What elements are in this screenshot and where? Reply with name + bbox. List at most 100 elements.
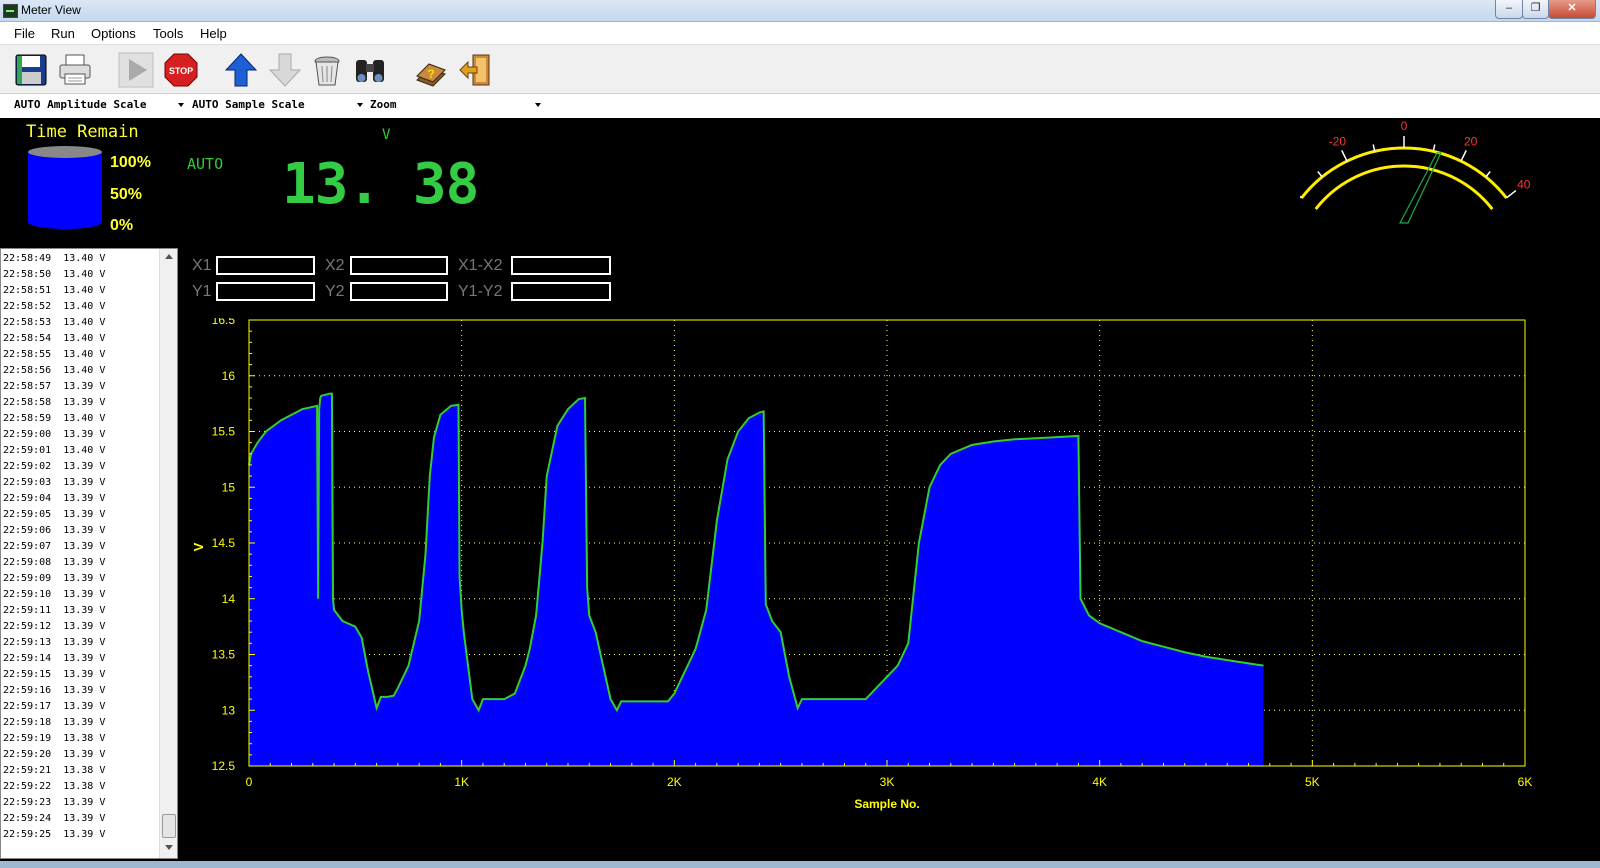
x-tick-label: 6K (1518, 775, 1533, 789)
y1-label: Y1 (192, 283, 212, 300)
y1-field[interactable] (216, 282, 315, 301)
log-row: 22:59:16 13.39 V (3, 685, 106, 696)
time-remain-label: Time Remain (26, 122, 139, 142)
binoculars-icon[interactable] (351, 51, 389, 89)
log-row: 22:58:55 13.40 V (3, 349, 106, 360)
voltage-chart[interactable]: 12.5 13 13.5 14 14.5 15 15.5 16 16.5 0 1K 2K 3K 4K 5K 6… (185, 318, 1575, 828)
log-row: 22:58:53 13.40 V (3, 317, 106, 328)
menu-file[interactable]: File (14, 26, 35, 41)
gauge-tick (1460, 150, 1467, 162)
y-tick-label: 16.5 (212, 318, 236, 327)
log-row: 22:58:52 13.40 V (3, 301, 106, 312)
log-row: 22:59:25 13.39 V (3, 829, 106, 840)
log-row: 22:58:51 13.40 V (3, 285, 106, 296)
upload-icon[interactable] (222, 51, 260, 89)
y1-y2-field[interactable] (511, 282, 611, 301)
help-book-icon[interactable]: ? (412, 51, 450, 89)
log-row: 22:58:57 13.39 V (3, 381, 106, 392)
log-row: 22:59:00 13.39 V (3, 429, 106, 440)
log-scrollbar[interactable] (159, 249, 177, 858)
scroll-down-icon[interactable] (165, 845, 173, 850)
log-row: 22:58:59 13.40 V (3, 413, 106, 424)
log-row: 22:58:50 13.40 V (3, 269, 106, 280)
minimize-button[interactable]: – (1495, 0, 1523, 19)
log-row: 22:59:05 13.39 V (3, 509, 106, 520)
menu-tools[interactable]: Tools (153, 26, 183, 41)
menu-run[interactable]: Run (51, 26, 75, 41)
app-icon (3, 4, 18, 18)
y-tick-label: 15.5 (212, 425, 236, 439)
log-row: 22:59:09 13.39 V (3, 573, 106, 584)
log-row: 22:59:04 13.39 V (3, 493, 106, 504)
log-row: 22:58:54 13.40 V (3, 333, 106, 344)
x2-label: X2 (325, 257, 345, 274)
log-row: 22:59:03 13.39 V (3, 477, 106, 488)
log-row: 22:58:56 13.40 V (3, 365, 106, 376)
y-tick-label: 16 (222, 369, 236, 383)
save-icon[interactable] (12, 51, 50, 89)
x-tick-label: 2K (667, 775, 682, 789)
unit-label: V (382, 127, 391, 143)
y-tick-label: 14 (222, 592, 236, 606)
log-row: 22:59:13 13.39 V (3, 637, 106, 648)
scale-bar: AUTO Amplitude Scale AUTO Sample Scale Z… (0, 93, 1600, 118)
title-bar: Meter View – ❐ ✕ (0, 0, 1600, 22)
x-axis-label: Sample No. (854, 797, 919, 811)
toolbar: STOP ? (0, 44, 1600, 93)
x1-x2-field[interactable] (511, 256, 611, 275)
maximize-button[interactable]: ❐ (1522, 0, 1549, 19)
log-row: 22:59:10 13.39 V (3, 589, 106, 600)
battery-level-0: 0% (110, 217, 134, 234)
x1-x2-label: X1-X2 (458, 257, 503, 274)
y-tick-label: 13.5 (212, 648, 236, 662)
log-row: 22:59:02 13.39 V (3, 461, 106, 472)
trash-icon[interactable] (308, 51, 346, 89)
log-row: 22:59:07 13.39 V (3, 541, 106, 552)
battery-icon (28, 146, 102, 229)
sample-scale-select[interactable]: AUTO Sample Scale (192, 98, 305, 111)
y2-label: Y2 (325, 283, 345, 300)
gauge-tick (1341, 150, 1348, 162)
menu-options[interactable]: Options (91, 26, 136, 41)
zoom-select[interactable]: Zoom (370, 98, 397, 111)
download-icon[interactable] (266, 51, 304, 89)
log-row: 22:59:17 13.39 V (3, 701, 106, 712)
log-row: 22:59:12 13.39 V (3, 621, 106, 632)
log-row: 22:59:06 13.39 V (3, 525, 106, 536)
chevron-down-icon[interactable] (535, 103, 541, 107)
gauge-tick-label: -20 (1329, 134, 1347, 148)
voltage-reading: 13. 38 (282, 152, 479, 217)
y2-field[interactable] (350, 282, 448, 301)
chevron-down-icon[interactable] (357, 103, 363, 107)
gauge-tick (1505, 189, 1517, 199)
gauge-tick-label: 40 (1517, 177, 1531, 191)
x2-field[interactable] (350, 256, 448, 275)
chevron-down-icon[interactable] (178, 103, 184, 107)
log-list: 22:58:49 13.40 V 22:58:50 13.40 V 22:58:51… (3, 251, 105, 843)
exit-icon[interactable] (456, 51, 494, 89)
menu-bar: File Run Options Tools Help (0, 22, 1600, 44)
y-axis-label: V (191, 542, 206, 551)
gauge-inner-arc (1314, 164, 1494, 210)
analog-gauge: -40-2002040 (1300, 120, 1531, 224)
print-icon[interactable] (56, 51, 94, 89)
svg-text:?: ? (427, 67, 434, 81)
close-button[interactable]: ✕ (1548, 0, 1596, 19)
log-row: 22:58:49 13.40 V (3, 253, 106, 264)
gauge-tick (1300, 195, 1303, 199)
log-row: 22:59:21 13.38 V (3, 765, 106, 776)
taskbar (0, 861, 1600, 868)
scroll-up-icon[interactable] (165, 254, 173, 259)
x-tick-label: 5K (1305, 775, 1320, 789)
log-row: 22:59:15 13.39 V (3, 669, 106, 680)
play-icon[interactable] (117, 51, 155, 89)
reading-log[interactable]: 22:58:49 13.40 V 22:58:50 13.40 V 22:58:51… (0, 248, 178, 859)
menu-help[interactable]: Help (200, 26, 227, 41)
range-mode: AUTO (187, 155, 224, 173)
x1-field[interactable] (216, 256, 315, 275)
amplitude-scale-select[interactable]: AUTO Amplitude Scale (14, 98, 146, 111)
log-row: 22:59:11 13.39 V (3, 605, 106, 616)
scroll-thumb[interactable] (162, 814, 176, 838)
gauge-tick (1317, 171, 1323, 178)
stop-icon[interactable]: STOP (162, 51, 200, 89)
